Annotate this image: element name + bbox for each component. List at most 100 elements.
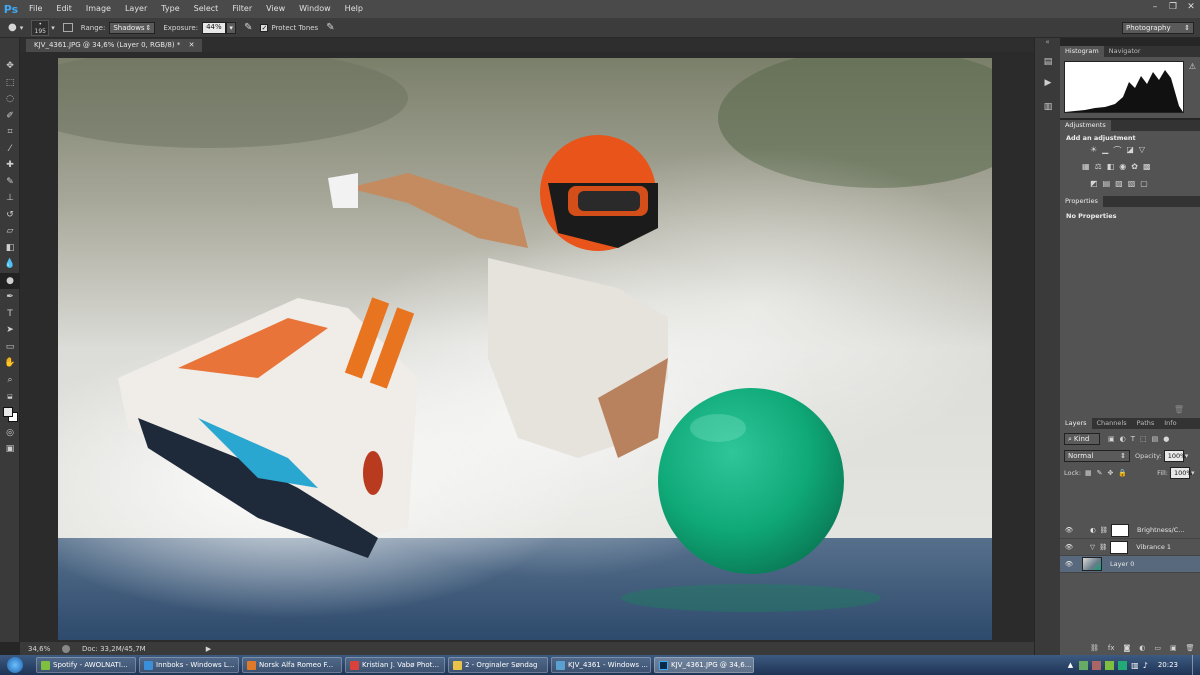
exposure-slider-toggle[interactable]: ▾ <box>226 21 237 34</box>
tray-app-icon[interactable] <box>1092 660 1102 670</box>
layer-row[interactable]: 👁 ◐ ⛓ Brightness/C... <box>1060 522 1200 539</box>
layer-row-selected[interactable]: 👁 Layer 0 <box>1060 556 1200 573</box>
curves-icon[interactable]: ⌒ <box>1113 145 1121 156</box>
blur-tool-icon[interactable]: 💧 <box>0 256 20 273</box>
lock-transparent-icon[interactable]: ▦ <box>1085 469 1092 477</box>
history-brush-tool-icon[interactable]: ↺ <box>0 207 20 224</box>
actions-panel-icon[interactable]: ▶ <box>1035 75 1061 92</box>
zoom-level[interactable]: 34,6% <box>28 645 58 653</box>
layer-filter-select[interactable]: ⌕ Kind <box>1064 433 1100 445</box>
layer-mask-thumbnail[interactable] <box>1110 523 1129 537</box>
link-layers-icon[interactable]: ⛓ <box>1090 644 1099 652</box>
brush-tool-icon[interactable]: ✎ <box>0 174 20 191</box>
taskbar-item-photo-viewer[interactable]: KJV_4361 - Windows ... <box>551 657 651 673</box>
menu-image[interactable]: Image <box>79 0 118 18</box>
show-desktop-button[interactable] <box>1192 655 1200 675</box>
layer-style-icon[interactable]: fx <box>1108 644 1115 652</box>
crop-tool-icon[interactable]: ⌗ <box>0 124 20 141</box>
filter-adjustment-icon[interactable]: ◐ <box>1120 435 1126 443</box>
menu-layer[interactable]: Layer <box>118 0 154 18</box>
visibility-eye-icon[interactable]: 👁 <box>1060 526 1078 534</box>
blend-mode-select[interactable]: Normal ⇕ <box>1064 450 1130 462</box>
threshold-icon[interactable]: ▨ <box>1115 179 1123 188</box>
tab-channels[interactable]: Channels <box>1092 418 1132 429</box>
taskbar-item-mail[interactable]: Innboks - Windows L... <box>139 657 239 673</box>
visibility-eye-icon[interactable]: 👁 <box>1060 543 1078 551</box>
quick-mask-icon[interactable]: ◎ <box>0 425 20 442</box>
layer-thumbnail[interactable] <box>1082 557 1102 571</box>
histogram-warning-icon[interactable]: ⚠ <box>1189 62 1196 71</box>
layer-row[interactable]: 👁 ▽ ⛓ Vibrance 1 <box>1060 539 1200 556</box>
fill-slider-icon[interactable]: ▾ <box>1191 469 1195 477</box>
gradient-tool-icon[interactable]: ◧ <box>0 240 20 257</box>
color-swatches[interactable] <box>0 405 20 425</box>
zoom-tool-icon[interactable]: ⌕ <box>0 372 20 389</box>
taskbar-item-spotify[interactable]: Spotify - AWOLNATI... <box>36 657 136 673</box>
taskbar-item-explorer[interactable]: 2 - Orginaler Søndag <box>448 657 548 673</box>
taskbar-item-photoshop[interactable]: KJV_4361.JPG @ 34,6... <box>654 657 754 673</box>
levels-icon[interactable]: ▁ <box>1102 145 1108 156</box>
screen-mode-icon[interactable]: ▣ <box>0 441 20 458</box>
taskbar-item-browser-1[interactable]: Norsk Alfa Romeo F... <box>242 657 342 673</box>
eraser-tool-icon[interactable]: ▱ <box>0 223 20 240</box>
pen-tool-icon[interactable]: ✒ <box>0 289 20 306</box>
delete-layer-icon[interactable]: 🗑 <box>1186 644 1195 652</box>
selective-color-icon[interactable]: ▢ <box>1140 179 1148 188</box>
default-colors-icon[interactable]: ⬓ <box>0 388 20 405</box>
volume-icon[interactable]: ♪ <box>1143 661 1148 670</box>
taskbar-item-browser-2[interactable]: Kristian J. Vabø Phot... <box>345 657 445 673</box>
add-mask-icon[interactable]: ◙ <box>1124 644 1131 652</box>
brush-preset-picker[interactable]: • 195 ▾ <box>31 19 55 36</box>
tab-layers[interactable]: Layers <box>1060 418 1092 429</box>
posterize-icon[interactable]: ▤ <box>1103 179 1111 188</box>
lasso-tool-icon[interactable]: ◌ <box>0 91 20 108</box>
lock-position-icon[interactable]: ✥ <box>1108 469 1114 477</box>
black-white-icon[interactable]: ◧ <box>1107 162 1115 171</box>
tray-app-icon[interactable] <box>1105 660 1115 670</box>
start-button[interactable] <box>0 655 30 675</box>
healing-brush-tool-icon[interactable]: ✚ <box>0 157 20 174</box>
visibility-eye-icon[interactable]: 👁 <box>1060 560 1078 568</box>
shape-tool-icon[interactable]: ▭ <box>0 339 20 356</box>
exposure-input[interactable]: 44% <box>202 21 227 34</box>
protect-tones-checkbox[interactable]: ✓ Protect Tones <box>260 23 318 32</box>
tab-navigator[interactable]: Navigator <box>1104 46 1146 57</box>
color-lookup-icon[interactable]: ▩ <box>1143 162 1151 171</box>
restore-icon[interactable]: ❐ <box>1164 0 1182 14</box>
fill-input[interactable]: 100% <box>1169 467 1193 479</box>
menu-select[interactable]: Select <box>187 0 226 18</box>
tray-app-icon[interactable] <box>1079 660 1089 670</box>
pressure-size-toggle[interactable]: ✎ <box>326 22 334 33</box>
collapse-arrows-icon[interactable]: « <box>1035 38 1060 48</box>
tab-info[interactable]: Info <box>1159 418 1181 429</box>
filter-toggle-icon[interactable]: ● <box>1163 435 1169 443</box>
foreground-color-swatch[interactable] <box>3 406 13 417</box>
workspace-switcher[interactable]: Photography ⇕ <box>1122 22 1194 34</box>
close-icon[interactable]: ✕ <box>1182 0 1200 14</box>
opacity-slider-icon[interactable]: ▾ <box>1185 452 1189 460</box>
range-select[interactable]: Shadows ⇕ <box>109 21 156 34</box>
menu-type[interactable]: Type <box>154 0 186 18</box>
vibrance-icon[interactable]: ▽ <box>1139 145 1145 156</box>
network-icon[interactable]: ▥ <box>1131 661 1139 670</box>
layer-mask-thumbnail[interactable] <box>1110 540 1129 554</box>
filter-pixel-icon[interactable]: ▣ <box>1108 435 1115 443</box>
eyedropper-tool-icon[interactable]: ⁄ <box>0 141 20 158</box>
menu-file[interactable]: File <box>22 0 49 18</box>
menu-filter[interactable]: Filter <box>225 0 259 18</box>
status-arrow-icon[interactable]: ▶ <box>206 645 211 653</box>
new-adjustment-icon[interactable]: ◐ <box>1139 644 1145 652</box>
photo-filter-icon[interactable]: ◉ <box>1119 162 1126 171</box>
menu-view[interactable]: View <box>259 0 292 18</box>
clone-stamp-tool-icon[interactable]: ⊥ <box>0 190 20 207</box>
brush-panel-toggle[interactable] <box>62 23 73 32</box>
canvas-area[interactable] <box>20 52 1034 642</box>
tray-arrow-icon[interactable]: ▲ <box>1068 661 1073 669</box>
tab-paths[interactable]: Paths <box>1132 418 1160 429</box>
new-layer-icon[interactable]: ▣ <box>1170 644 1177 652</box>
path-select-tool-icon[interactable]: ➤ <box>0 322 20 339</box>
tab-adjustments[interactable]: Adjustments <box>1060 120 1111 131</box>
hand-tool-icon[interactable]: ✋ <box>0 355 20 372</box>
filter-shape-icon[interactable]: ⬚ <box>1140 435 1147 443</box>
tab-histogram[interactable]: Histogram <box>1060 46 1104 57</box>
